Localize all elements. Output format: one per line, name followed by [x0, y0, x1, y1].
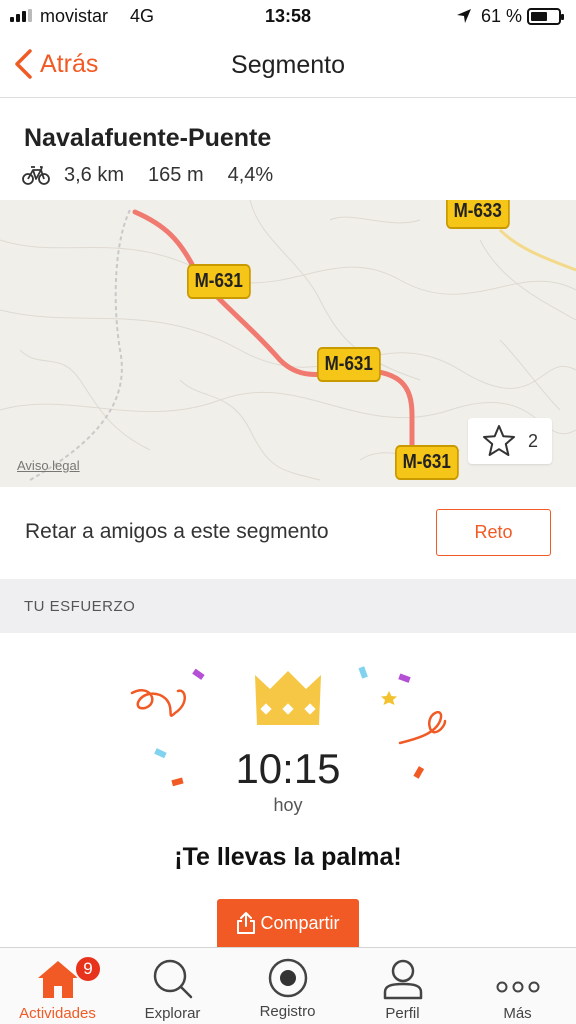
notification-badge: 9: [74, 955, 102, 983]
road-label-m631: M-631: [395, 445, 459, 480]
navigation-bar: Atrás Segmento: [0, 34, 576, 98]
legal-notice-link[interactable]: Aviso legal: [17, 458, 80, 473]
crown-icon: [255, 671, 321, 725]
tab-actividades[interactable]: 9 Actividades: [0, 948, 115, 1024]
star-count: 2: [527, 430, 538, 451]
tab-label: Registro: [259, 1003, 316, 1020]
share-button[interactable]: Compartir: [217, 899, 359, 947]
tab-bar: 9 Actividades Explorar Registro Perfil M…: [0, 947, 576, 1024]
tab-label: Perfil: [385, 1005, 420, 1022]
share-icon: [237, 912, 256, 934]
tab-label: Más: [503, 1005, 532, 1022]
chevron-left-icon: [15, 49, 32, 79]
back-label: Atrás: [40, 49, 99, 78]
section-header: TU ESFUERZO: [0, 579, 576, 633]
achievement-message: ¡Te llevas la palma!: [174, 843, 402, 871]
challenge-text: Retar a amigos a este segmento: [25, 520, 329, 543]
star-segment-button[interactable]: 2: [468, 418, 552, 464]
segment-map[interactable]: M-633 M-631 M-631 M-631 Aviso legal 2: [0, 200, 576, 487]
route-line: [132, 209, 415, 465]
star-icon: [482, 425, 515, 456]
challenge-row: Retar a amigos a este segmento Reto: [0, 487, 576, 579]
road-label-m631: M-631: [317, 347, 381, 382]
challenge-button[interactable]: Reto: [436, 509, 551, 556]
segment-name: Navalafuente-Puente: [24, 124, 272, 152]
tab-explorar[interactable]: Explorar: [115, 948, 230, 1024]
segment-stats: 3,6 km 165 m 4,4%: [22, 162, 297, 188]
tab-registro[interactable]: Registro: [230, 948, 345, 1024]
section-title: TU ESFUERZO: [24, 598, 136, 615]
segment-distance: 3,6 km: [64, 163, 125, 186]
effort-time: 10:15: [235, 745, 341, 792]
share-label: Compartir: [260, 912, 340, 933]
battery-icon: [527, 8, 564, 25]
effort-date: hoy: [273, 795, 303, 815]
effort-panel: 10:15 hoy ¡Te llevas la palma! Compartir: [0, 633, 576, 947]
tab-perfil[interactable]: Perfil: [345, 948, 460, 1024]
person-icon: [383, 959, 422, 1000]
tab-mas[interactable]: Más: [460, 948, 575, 1024]
search-icon: [153, 959, 192, 999]
more-icon: [496, 981, 539, 993]
segment-elevation: 165 m: [148, 163, 204, 186]
status-bar: movistar 4G 13:58 61 %: [0, 0, 576, 34]
tab-label: Explorar: [144, 1005, 201, 1022]
location-arrow-icon: [457, 9, 471, 23]
bike-icon: [22, 166, 50, 185]
battery-percent: 61 %: [481, 6, 523, 26]
tab-label: Actividades: [19, 1005, 96, 1022]
road-label-m633: M-633: [446, 200, 510, 229]
home-icon: [37, 961, 78, 998]
segment-grade: 4,4%: [227, 163, 274, 186]
back-button[interactable]: Atrás: [12, 48, 98, 80]
record-icon: [268, 958, 307, 998]
road-label-m631: M-631: [187, 264, 251, 299]
